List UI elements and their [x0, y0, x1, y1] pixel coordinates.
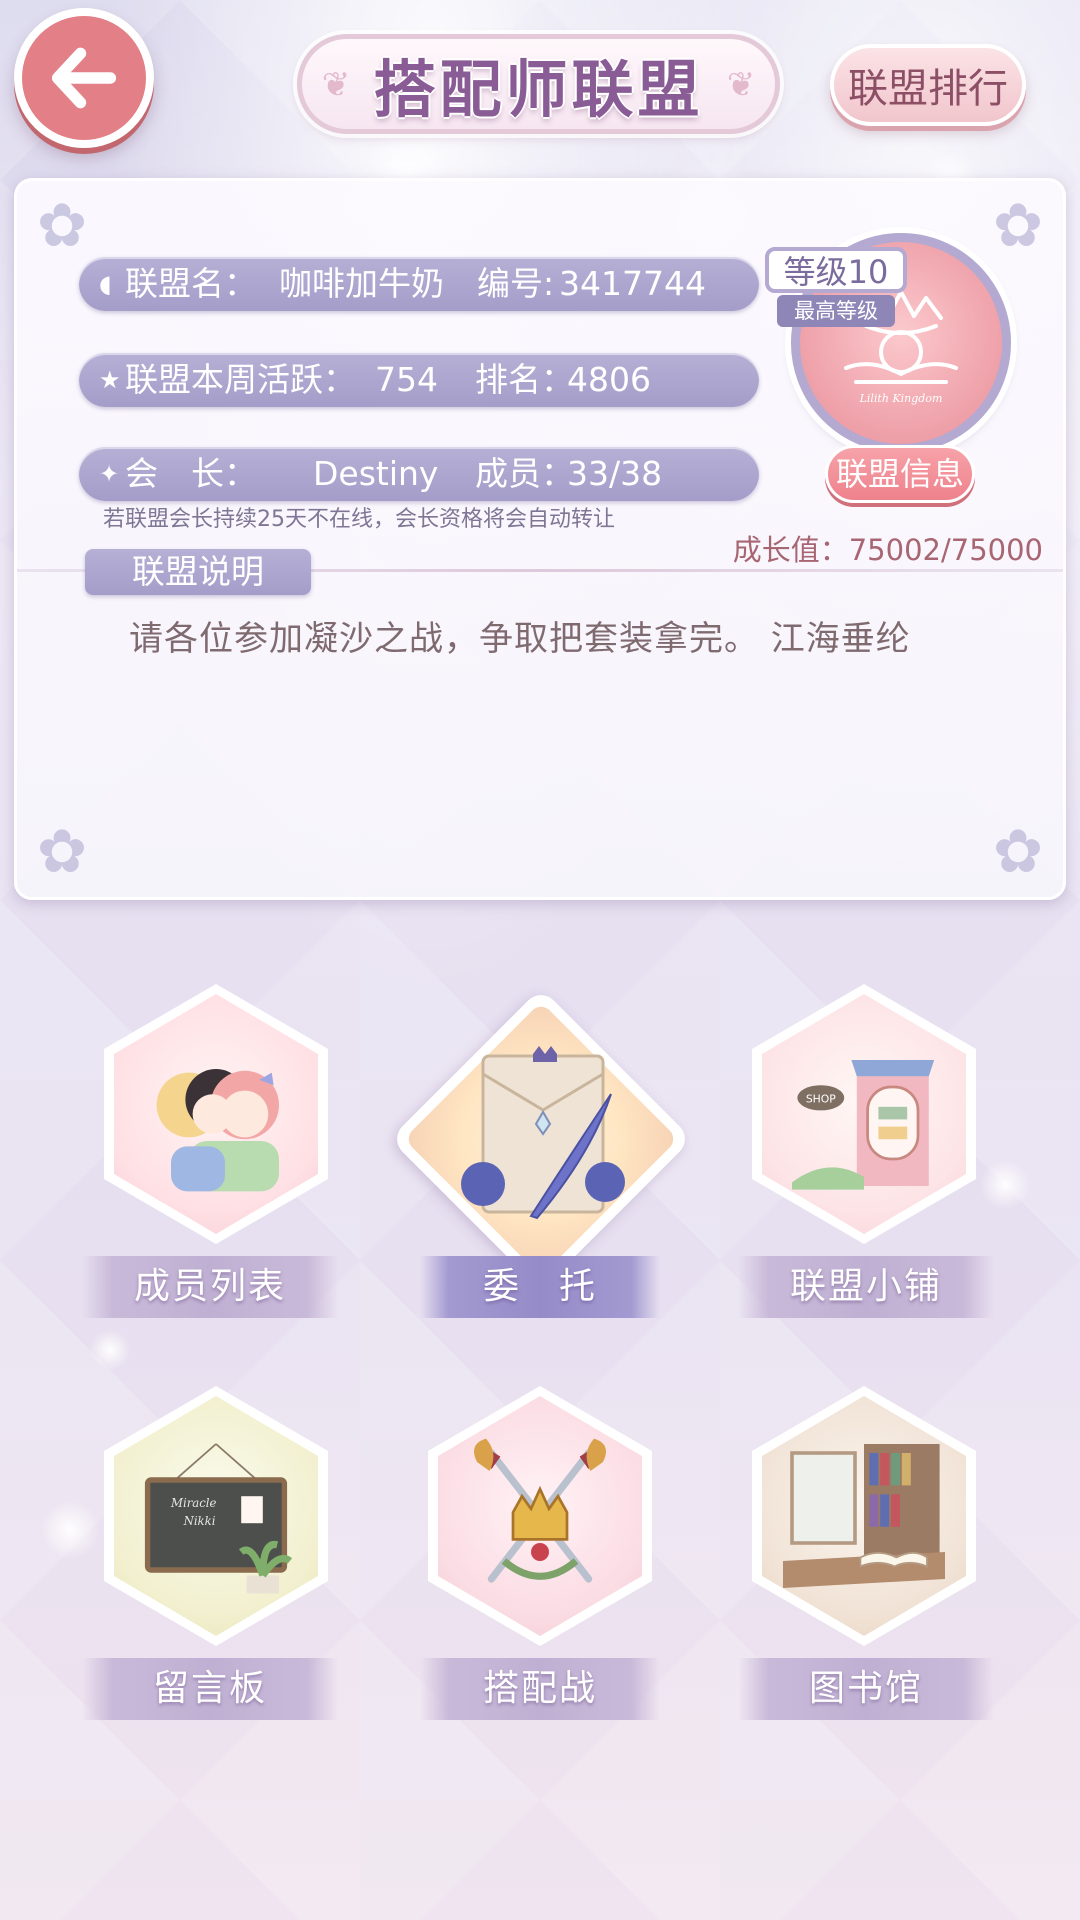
members-icon [114, 994, 318, 1234]
alliance-name-row: ◖ 联盟名： 咖啡加牛奶 编号: 3417744 [79, 257, 759, 311]
library-label[interactable]: 图书馆 [738, 1658, 994, 1720]
star-icon: ★ [99, 366, 121, 394]
leader-value: Destiny [313, 454, 439, 493]
member-list-label[interactable]: 成员列表 [82, 1256, 338, 1318]
rose-ornament-icon: ✿ [992, 817, 1044, 887]
members-label: 成员： [475, 454, 574, 493]
alliance-id-value: 3417744 [559, 264, 706, 303]
arrow-left-icon [51, 47, 117, 109]
library-frame [752, 1386, 976, 1646]
battle-icon [438, 1396, 642, 1636]
message-board-label[interactable]: 留言板 [82, 1658, 338, 1720]
member-list-frame [104, 984, 328, 1244]
commission-label[interactable]: 委 托 [420, 1256, 660, 1318]
alliance-info-panel: ✿ ✿ ✿ ✿ ◖ 联盟名： 咖啡加牛奶 编号: 3417744 ★ 联盟本周活… [14, 178, 1066, 900]
message-board-frame: Miracle Nikki [104, 1386, 328, 1646]
shield-icon: ◖ [99, 270, 112, 298]
svg-text:Nikki: Nikki [183, 1514, 216, 1528]
svg-text:SHOP: SHOP [806, 1092, 836, 1105]
member-list-button[interactable] [104, 984, 328, 1244]
alliance-shop-label[interactable]: 联盟小铺 [738, 1256, 994, 1318]
max-level-tag: 最高等级 [777, 295, 895, 327]
styling-battle-button[interactable] [428, 1386, 652, 1646]
weekly-activity-value: 754 [375, 360, 438, 399]
sparkle [40, 1500, 100, 1560]
alliance-shop-button[interactable]: SHOP [752, 984, 976, 1244]
growth-label: 成长值： [732, 533, 849, 567]
description-tab: 联盟说明 [85, 549, 311, 595]
commission-button[interactable] [386, 984, 696, 1294]
page-title: 搭配师联盟 [373, 53, 704, 126]
svg-text:Miracle: Miracle [170, 1496, 217, 1510]
message-board-button[interactable]: Miracle Nikki [104, 1386, 328, 1646]
rank-label: 排名： [475, 360, 574, 399]
rose-ornament-icon: ✿ [36, 191, 88, 261]
alliance-name-value: 咖啡加牛奶 [279, 264, 444, 303]
growth-value: 成长值：75002/75000 [733, 527, 1043, 569]
alliance-name-label: 联盟名： [125, 264, 257, 303]
library-icon [762, 1396, 966, 1636]
message-board-icon: Miracle Nikki [114, 1396, 318, 1636]
leader-label: 会 长： [125, 454, 257, 493]
crest-text: Lilith Kingdom [859, 392, 943, 405]
alliance-description: 请各位参加凝沙之战，争取把套装拿完。 江海垂纶 [129, 619, 911, 659]
title-plaque: ❦ 搭配师联盟 ❦ [297, 34, 780, 134]
flourish-icon: ❦ [726, 65, 756, 105]
weekly-activity-row: ★ 联盟本周活跃： 754 排名： 4806 [79, 353, 759, 407]
library-button[interactable] [752, 1386, 976, 1646]
commission-icon [461, 1046, 625, 1220]
sparkle [90, 1330, 130, 1370]
leader-row: ✦ 会 长： Destiny 成员： 33/38 [79, 447, 759, 501]
rose-ornament-icon: ✿ [992, 191, 1044, 261]
alliance-id-label: 编号: [477, 264, 555, 303]
rose-ornament-icon: ✿ [36, 817, 88, 887]
alliance-shop-frame: SHOP [752, 984, 976, 1244]
weekly-activity-label: 联盟本周活跃： [125, 360, 356, 399]
leader-transfer-notice: 若联盟会长持续25天不在线，会长资格将会自动转让 [103, 507, 615, 532]
back-button[interactable] [14, 8, 154, 148]
level-badge: 等级10 [765, 247, 907, 293]
sparkle-icon: ✦ [99, 460, 120, 488]
alliance-ranking-button[interactable]: 联盟排行 [830, 44, 1026, 126]
styling-battle-frame [428, 1386, 652, 1646]
growth-number: 75002/75000 [848, 533, 1043, 567]
members-value: 33/38 [567, 454, 663, 493]
flourish-icon: ❦ [321, 65, 351, 105]
styling-battle-label[interactable]: 搭配战 [420, 1658, 660, 1720]
rank-value: 4806 [567, 360, 651, 399]
shop-icon: SHOP [762, 994, 966, 1234]
sparkle [980, 1160, 1030, 1210]
alliance-info-button[interactable]: 联盟信息 [825, 445, 975, 503]
